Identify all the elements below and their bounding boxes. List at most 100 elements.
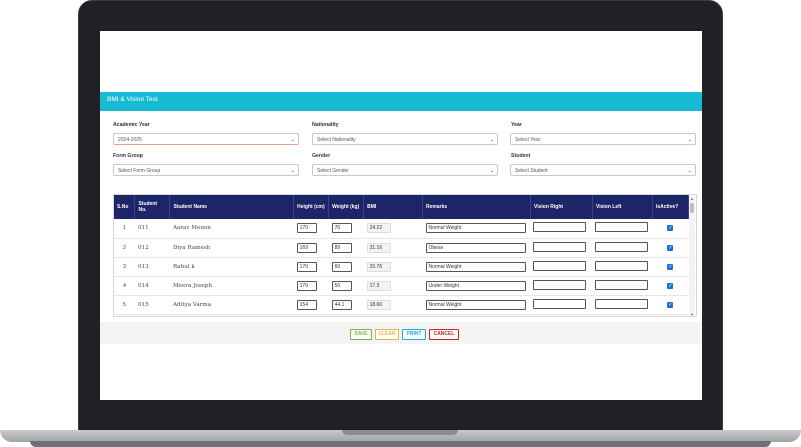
year-select[interactable]: Select Year ⌄ — [510, 133, 696, 145]
is-active-checkbox[interactable]: ✓ — [667, 282, 674, 289]
weight-input[interactable]: 70 — [331, 223, 352, 234]
weight-input[interactable]: 89 — [331, 242, 352, 253]
print-button[interactable]: PRINT — [402, 329, 426, 340]
year-placeholder: Select Year — [515, 137, 541, 143]
is-active-checkbox[interactable]: ✓ — [667, 263, 674, 270]
row-student-no: 013 — [134, 257, 170, 277]
header-bmi: BMI — [363, 195, 423, 219]
row-student-no: 012 — [134, 238, 170, 258]
scroll-down-icon[interactable]: ▼ — [689, 312, 695, 316]
nationality-select[interactable]: Select Nationality ⌄ — [312, 133, 498, 145]
remarks-input[interactable]: Normal Weight — [425, 261, 526, 272]
row-student-name: Meera Joseph — [169, 276, 294, 296]
laptop-notch — [342, 430, 458, 435]
height-input[interactable]: 170 — [296, 223, 317, 234]
chevron-down-icon: ⌄ — [489, 168, 494, 174]
vision-right-input[interactable] — [533, 279, 587, 290]
cancel-button[interactable]: CANCEL — [429, 329, 459, 340]
app-header: BMI & Vision Test — [100, 92, 702, 111]
laptop-base-edge — [30, 441, 771, 447]
clear-button[interactable]: CLEAR — [375, 329, 399, 340]
header-weight: Weight (kg) — [328, 195, 365, 219]
chevron-down-icon: ⌄ — [290, 137, 295, 143]
is-active-checkbox[interactable]: ✓ — [667, 301, 674, 308]
nationality-placeholder: Select Nationality — [317, 137, 356, 143]
row-sno: 3 — [114, 257, 135, 277]
student-label: Student — [511, 153, 531, 159]
table-header-row: S.No Student No. Student Name Height (cm… — [114, 195, 690, 219]
table-row: 5 015 Aditya Varma 154 44.1 18.60 Normal… — [114, 295, 689, 315]
academic-year-value: 2024-2025 — [118, 137, 142, 143]
vision-right-input[interactable] — [533, 241, 587, 252]
remarks-input[interactable]: Normal Weight — [425, 223, 526, 234]
header-remarks: Remarks — [422, 195, 531, 219]
header-sno: S.No — [114, 195, 136, 219]
chevron-down-icon: ⌄ — [687, 168, 692, 174]
weight-input[interactable]: 60 — [331, 261, 352, 272]
scroll-up-icon[interactable]: ▲ — [689, 196, 695, 201]
gender-placeholder: Select Gender — [317, 168, 349, 174]
academic-year-select[interactable]: 2024-2025 ⌄ — [113, 133, 299, 145]
height-input[interactable]: 154 — [296, 299, 317, 310]
remarks-input[interactable]: Normal Weight — [425, 299, 526, 310]
save-button[interactable]: SAVE — [350, 329, 372, 340]
academic-year-label: Academic Year — [113, 122, 150, 128]
row-student-name: Rahul k — [169, 257, 294, 277]
nationality-label: Nationality — [312, 122, 339, 128]
header-student-name: Student Name — [169, 195, 295, 219]
vision-left-input[interactable] — [595, 222, 649, 233]
table-scrollbar[interactable]: ▲ ▼ — [689, 196, 695, 316]
vision-right-input[interactable] — [533, 222, 587, 233]
gender-select[interactable]: Select Gender ⌄ — [312, 164, 498, 176]
row-sno: 5 — [114, 295, 135, 315]
vision-right-input[interactable] — [533, 298, 587, 309]
height-input[interactable]: 169 — [296, 242, 317, 253]
row-student-name: Aditya Varma — [169, 295, 294, 315]
header-is-active: IsActive? — [652, 195, 690, 219]
vision-left-input[interactable] — [595, 241, 649, 252]
bmi-value: 24.22 — [366, 223, 391, 234]
weight-input[interactable]: 50 — [331, 280, 352, 291]
remarks-input[interactable]: Under Weight — [425, 280, 526, 291]
chevron-down-icon: ⌄ — [687, 137, 692, 143]
bmi-value: 20.76 — [366, 261, 391, 272]
student-select[interactable]: Select Student ⌄ — [510, 164, 696, 176]
weight-input[interactable]: 44.1 — [331, 299, 352, 310]
remarks-input[interactable]: Obese — [425, 242, 526, 253]
header-height: Height (cm) — [293, 195, 330, 219]
is-active-checkbox[interactable]: ✓ — [667, 225, 674, 232]
bmi-table: S.No Student No. Student Name Height (cm… — [114, 195, 690, 315]
header-student-no: Student No. — [134, 195, 171, 219]
action-bar — [100, 322, 702, 344]
row-student-no: 014 — [134, 276, 170, 296]
table-row: 2 012 Diya Ramesh 169 89 31.16 Obese ✓ — [114, 238, 689, 258]
bmi-value: 31.16 — [366, 242, 391, 253]
row-student-no: 015 — [134, 295, 170, 315]
bmi-value: 18.60 — [366, 299, 391, 310]
bmi-value: 17.3 — [366, 280, 391, 291]
height-input[interactable]: 170 — [296, 261, 317, 272]
row-student-no: 011 — [134, 219, 170, 239]
height-input[interactable]: 170 — [296, 280, 317, 291]
vision-right-input[interactable] — [533, 260, 587, 271]
form-group-select[interactable]: Select Form Group ⌄ — [113, 164, 299, 176]
row-sno: 4 — [114, 276, 135, 296]
is-active-checkbox[interactable]: ✓ — [667, 244, 674, 251]
scroll-thumb[interactable] — [690, 203, 694, 213]
vision-left-input[interactable] — [595, 260, 649, 271]
row-sno: 1 — [114, 219, 135, 239]
app-screen: BMI & Vision Test Academic Year 2024-202… — [100, 31, 702, 400]
chevron-down-icon: ⌄ — [489, 137, 494, 143]
table-row: 4 014 Meera Joseph 170 50 17.3 Under Wei… — [114, 276, 689, 296]
header-vision-right: Vision Right — [530, 195, 593, 219]
row-sno: 2 — [114, 238, 135, 258]
vision-left-input[interactable] — [595, 279, 649, 290]
row-student-name: Diya Ramesh — [169, 238, 294, 258]
chevron-down-icon: ⌄ — [290, 168, 295, 174]
form-group-placeholder: Select Form Group — [118, 168, 161, 174]
gender-label: Gender — [312, 153, 331, 159]
row-student-name: Aarav Menon — [169, 219, 294, 239]
form-group-label: Form Group — [113, 153, 143, 159]
bmi-table-container: S.No Student No. Student Name Height (cm… — [113, 194, 697, 317]
vision-left-input[interactable] — [595, 298, 649, 309]
